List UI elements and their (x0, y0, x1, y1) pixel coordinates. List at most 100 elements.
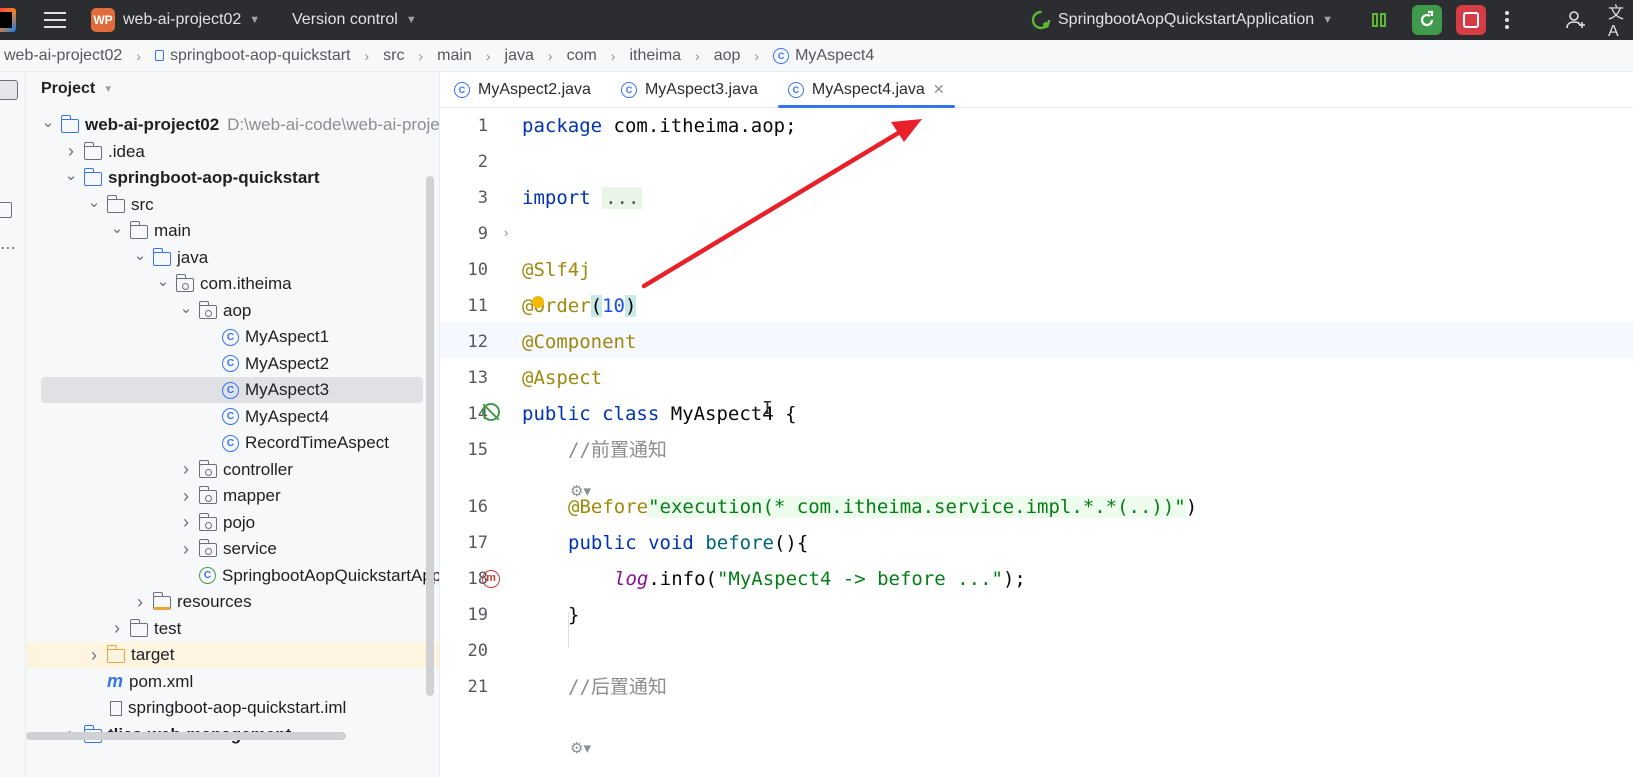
code-line[interactable]: } (568, 597, 579, 633)
tab-myaspect4-java[interactable]: C MyAspect4.java ✕ (777, 72, 955, 108)
tree-item-pom-xml[interactable]: m pom.xml (26, 669, 439, 695)
code-line[interactable]: log.info("MyAspect4 -> before ..."); (614, 561, 1026, 597)
tree-item-service[interactable]: › service (26, 536, 439, 562)
tree-item-controller[interactable]: › controller (26, 457, 439, 483)
code-line[interactable]: package com.itheima.aop; (522, 108, 797, 144)
chevron-right-icon[interactable]: › (179, 486, 193, 507)
ide-logo-icon[interactable] (0, 0, 16, 40)
structure-tool-icon[interactable] (0, 202, 12, 218)
tree-item-main[interactable]: ⌄ main (26, 218, 439, 244)
stop-icon (1463, 12, 1479, 28)
code-area[interactable]: 1 package com.itheima.aop; 2 3 import ... 9 10… (440, 108, 1633, 777)
breadcrumb-item[interactable]: itheima (629, 47, 681, 65)
chevron-right-icon[interactable]: › (110, 618, 124, 639)
chevron-right-icon[interactable]: › (133, 592, 147, 613)
code-line[interactable]: //前置通知 (568, 432, 667, 468)
breadcrumb-item[interactable]: aop (714, 47, 741, 65)
advice-method-icon[interactable]: m (482, 570, 500, 588)
project-panel-header[interactable]: Project ▼ (41, 80, 113, 98)
line-number: 3 (477, 188, 488, 208)
chevron-right-icon[interactable]: › (64, 141, 78, 162)
ai-hint-icon[interactable]: ⚙▾ (570, 739, 591, 757)
tree-item-path: D:\web-ai-code\web-ai-project02 (227, 115, 440, 134)
chevron-down-icon[interactable]: ⌄ (41, 113, 55, 131)
chevron-down-icon[interactable]: ⌄ (133, 246, 147, 264)
main-menu-icon[interactable] (44, 0, 66, 40)
rerun-button[interactable] (1412, 0, 1442, 40)
tree-item-idea[interactable]: › .idea (26, 139, 439, 165)
chevron-right-icon[interactable]: › (179, 512, 193, 533)
tree-item-label: com.itheima (200, 274, 292, 293)
tree-item-springboot-aop-quickstart[interactable]: ⌄ springboot-aop-quickstart (26, 165, 439, 191)
fold-arrow-icon[interactable]: › (504, 225, 508, 240)
vertical-scrollbar[interactable] (426, 176, 434, 696)
breadcrumb-item[interactable]: main (437, 47, 472, 65)
project-switcher[interactable]: WP web-ai-project02 ▼ (91, 0, 260, 40)
chevron-right-icon: › (136, 47, 141, 64)
bean-icon[interactable] (482, 403, 500, 421)
tree-item-springbootaopquickstartapplication[interactable]: C SpringbootAopQuickstartApplication (26, 563, 439, 589)
add-user-icon[interactable] (1566, 0, 1586, 40)
tab-myaspect3-java[interactable]: C MyAspect3.java (611, 72, 768, 107)
breadcrumb-item[interactable]: web-ai-project02 (0, 47, 122, 65)
translate-icon[interactable]: 文A (1608, 0, 1633, 40)
tree-item-recordtimeaspect[interactable]: C RecordTimeAspect (26, 430, 439, 456)
code-line[interactable]: public void before(){ (568, 525, 808, 561)
ai-hint-icon[interactable]: ⚙▾ (570, 482, 591, 500)
code-line[interactable]: //后置通知 (568, 669, 667, 705)
tree-item-src[interactable]: ⌄ src (26, 192, 439, 218)
tree-item-aop[interactable]: ⌄ aop (26, 298, 439, 324)
code-line[interactable]: @Component (522, 324, 636, 360)
tree-item-springboot-aop-quickstart-iml[interactable]: springboot-aop-quickstart.iml (26, 695, 439, 721)
code-line[interactable]: @Aspect (522, 360, 602, 396)
breadcrumb-item[interactable]: java (505, 47, 534, 65)
breadcrumb-item[interactable]: C MyAspect4 (773, 47, 874, 65)
tree-item-test[interactable]: › test (26, 616, 439, 642)
breadcrumb-item[interactable]: src (383, 47, 404, 65)
project-tool-icon[interactable] (0, 80, 18, 100)
tree-item-myaspect1[interactable]: C MyAspect1 (26, 324, 439, 350)
chevron-down-icon[interactable]: ⌄ (156, 272, 170, 290)
tree-item-web-ai-project02[interactable]: ⌄ web-ai-project02 D:\web-ai-code\web-ai-p… (26, 112, 440, 138)
debug-icon[interactable] (1370, 0, 1388, 40)
line-number: 9 (477, 224, 488, 244)
tab-label: MyAspect2.java (478, 80, 591, 98)
close-icon[interactable]: ✕ (933, 81, 945, 98)
chevron-right-icon[interactable]: › (179, 539, 193, 560)
code-line[interactable]: public class MyAspect4 { (522, 396, 797, 432)
chevron-down-icon[interactable]: ⌄ (179, 299, 193, 317)
code-line[interactable]: @Before"execution(* com.itheima.service.… (568, 489, 1197, 525)
stop-button[interactable] (1456, 0, 1486, 40)
tree-item-myaspect3[interactable]: C MyAspect3 (41, 377, 423, 403)
horizontal-scrollbar[interactable] (26, 732, 346, 740)
tree-item-myaspect4[interactable]: C MyAspect4 (26, 404, 439, 430)
more-actions-icon[interactable] (1504, 0, 1510, 40)
code-line[interactable]: import ... (522, 180, 643, 216)
lightbulb-icon[interactable] (532, 296, 544, 308)
tree-item-mapper[interactable]: › mapper (26, 483, 439, 509)
class-icon: C (222, 355, 239, 372)
chevron-right-icon[interactable]: › (179, 459, 193, 480)
tree-item-myaspect2[interactable]: C MyAspect2 (26, 351, 439, 377)
chevron-down-icon[interactable]: ⌄ (110, 219, 124, 237)
breadcrumb-label: web-ai-project02 (4, 46, 123, 64)
breadcrumb-item[interactable]: springboot-aop-quickstart (154, 47, 351, 65)
tree-item-com-itheima[interactable]: ⌄ com.itheima (26, 271, 439, 297)
version-control-menu[interactable]: Version control ▼ (292, 0, 417, 40)
tree-item-target[interactable]: › target (26, 642, 439, 668)
run-config-selector[interactable]: SpringbootAopQuickstartApplication ▼ (1030, 0, 1333, 40)
chevron-right-icon[interactable]: › (87, 645, 101, 666)
tab-myaspect2-java[interactable]: C MyAspect2.java (444, 72, 601, 107)
tree-item-pojo[interactable]: › pojo (26, 510, 439, 536)
code-editor[interactable]: C MyAspect2.java C MyAspect3.java C MyAspect4… (440, 72, 1633, 777)
code-line[interactable]: @Slf4j (522, 252, 591, 288)
more-tools-icon[interactable]: ⋯ (0, 238, 16, 258)
tree-item-java[interactable]: ⌄ java (26, 245, 439, 271)
breadcrumb-label: aop (713, 46, 741, 64)
tree-item-resources[interactable]: › resources (26, 589, 439, 615)
tree-item-label: springboot-aop-quickstart (108, 168, 320, 187)
chevron-down-icon[interactable]: ⌄ (64, 166, 78, 184)
chevron-down-icon[interactable]: ⌄ (87, 193, 101, 211)
breadcrumb-item[interactable]: com (567, 47, 597, 65)
class-icon: C (222, 381, 239, 399)
